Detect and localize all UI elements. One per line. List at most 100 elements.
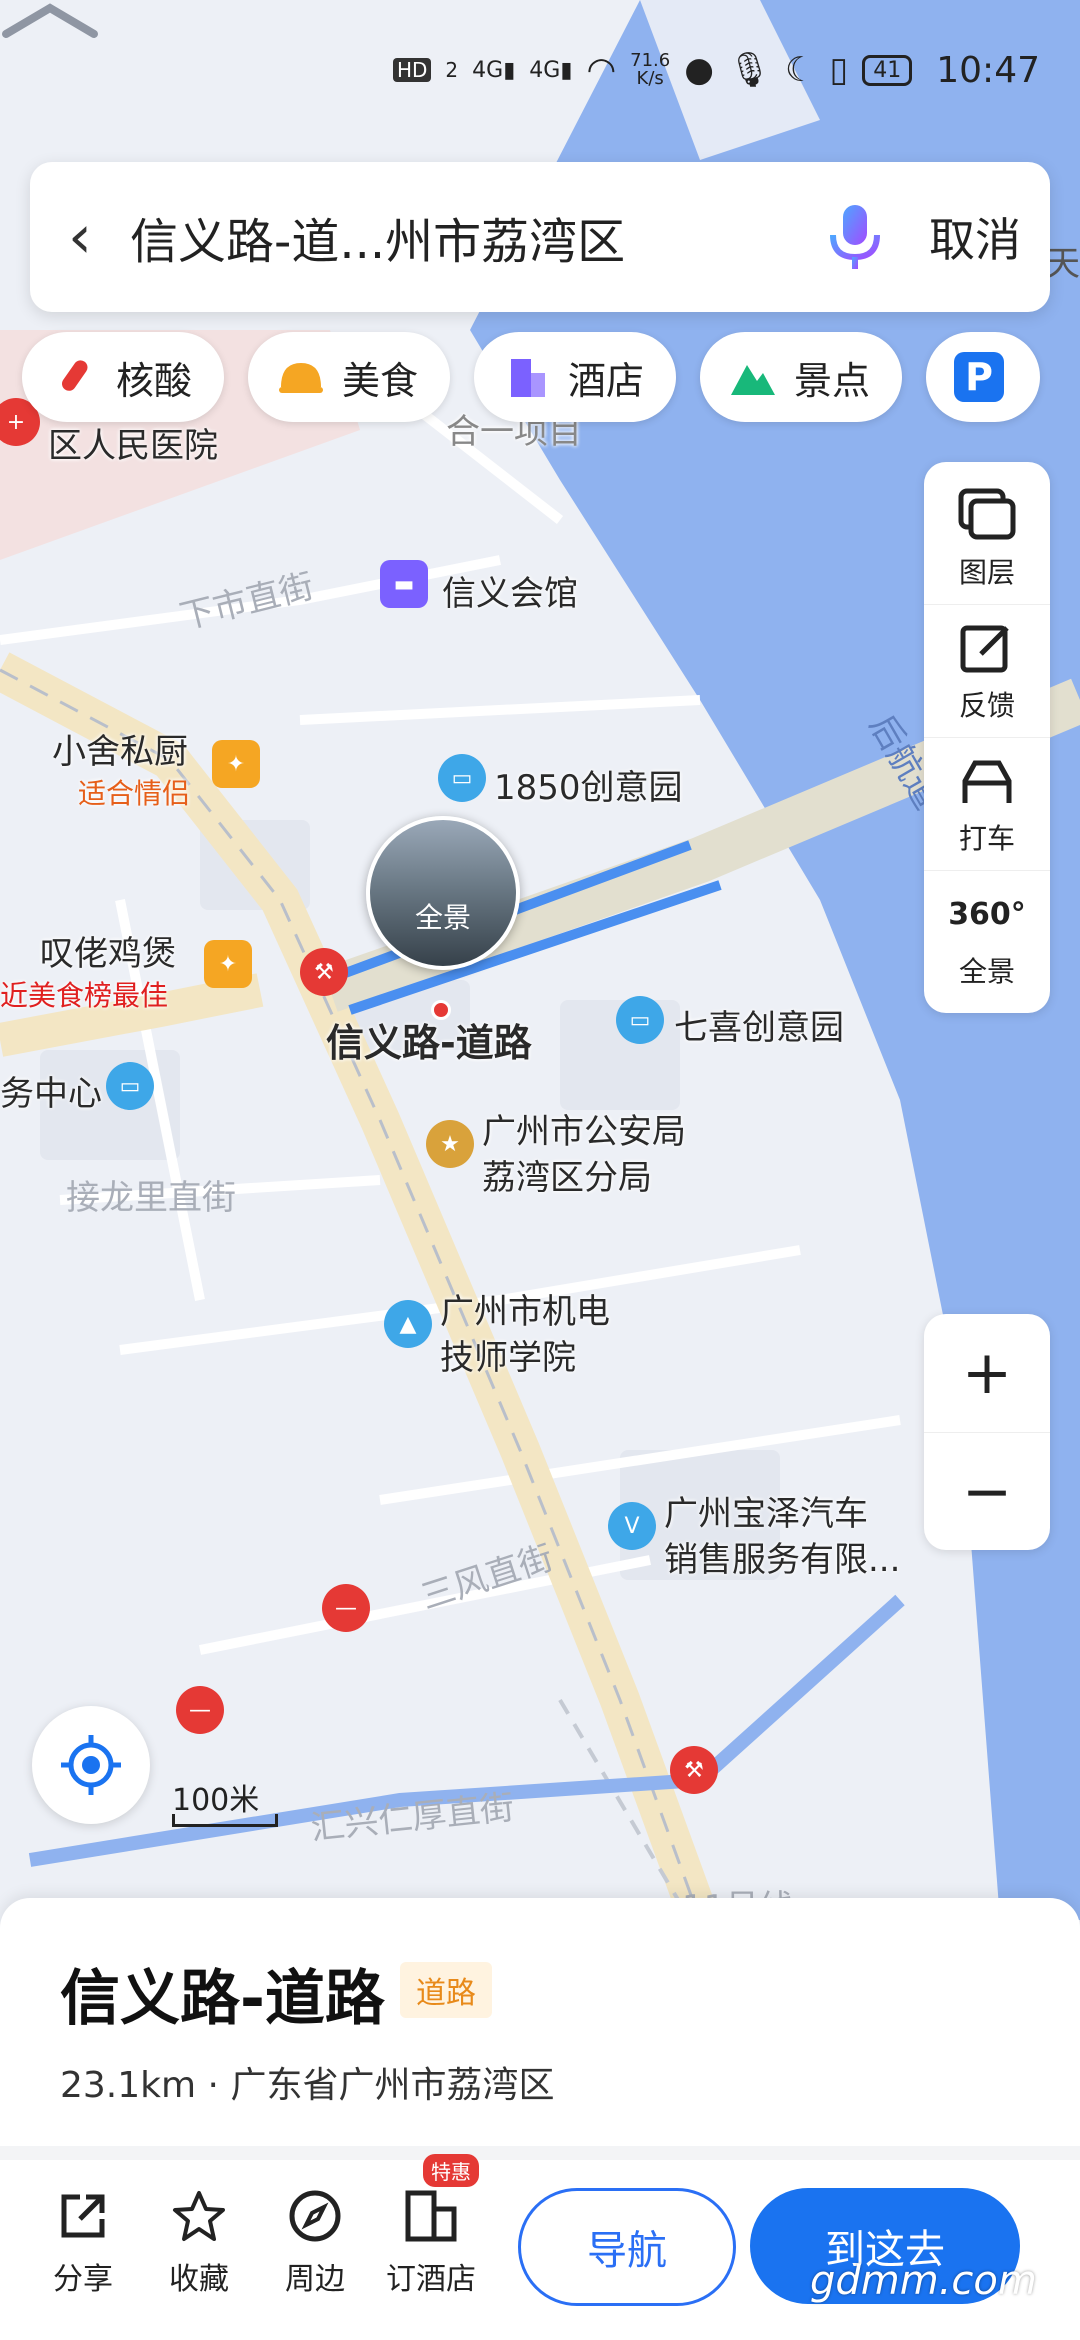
selected-road-label[interactable]: 信义路-道路	[326, 1012, 532, 1067]
zoom-in-button[interactable]: +	[924, 1314, 1050, 1432]
chip-attractions[interactable]: 景点	[700, 332, 903, 422]
address-text: 广东省广州市荔湾区	[230, 2065, 555, 2106]
road-closed-icon: —	[322, 1584, 370, 1632]
book-hotel-button[interactable]: 特惠 订酒店	[376, 2154, 486, 2298]
restaurant-icon: ✦	[212, 740, 260, 788]
wifi-icon: ◠	[586, 50, 617, 90]
navigate-button[interactable]: 导航	[518, 2188, 736, 2306]
separator-dot: ·	[207, 2065, 219, 2106]
map-tools-panel: 图层 反馈 打车 360° 全景	[924, 462, 1050, 1013]
voice-search-button[interactable]	[810, 192, 900, 282]
park1850-label[interactable]: 1850创意园	[494, 760, 683, 809]
panorama-thumbnail[interactable]: 全景	[366, 816, 520, 970]
construction-icon: ⚒	[670, 1746, 718, 1794]
chip-covid-test[interactable]: 核酸	[22, 332, 225, 422]
status-bar: HD 2 4G▮ 4G▮ ◠ 71.6 K/s ● 🎙 ☾ ▯ 41 10:47	[392, 40, 1040, 100]
network-speed: 71.6 K/s	[630, 50, 671, 89]
police-label-1[interactable]: 广州市公安局	[482, 1104, 686, 1153]
sim-indicator: 2	[445, 58, 459, 82]
baoze-label-1[interactable]: 广州宝泽汽车	[664, 1486, 868, 1535]
chip-food[interactable]: 美食	[248, 332, 451, 422]
nearby-label: 周边	[285, 2262, 345, 2297]
moon-icon: ☾	[785, 50, 816, 90]
service-label[interactable]: 务中心	[0, 1066, 102, 1115]
xiaoshe-tag: 适合情侣	[78, 777, 191, 810]
mic-status-icon: 🎙	[727, 50, 772, 90]
xiaoshe-label[interactable]: 小舍私厨	[52, 724, 188, 773]
xinyi-hall-label[interactable]: 信义会馆	[442, 566, 578, 615]
street-right-edge: 天	[1046, 244, 1080, 284]
taxi-label: 打车	[958, 822, 1015, 855]
back-icon[interactable]: ‹	[30, 202, 130, 272]
location-icon: ●	[684, 50, 714, 90]
panorama-label: 全景	[958, 955, 1015, 988]
taxi-button[interactable]: 打车	[924, 737, 1050, 870]
place-title: 信义路-道路	[60, 1964, 385, 2034]
chip-label: 美食	[342, 358, 419, 403]
feedback-button[interactable]: 反馈	[924, 604, 1050, 737]
chip-label: 核酸	[116, 358, 193, 403]
hospital-label[interactable]: 区人民医院	[48, 418, 218, 467]
construction-icon: ⚒	[300, 948, 348, 996]
favorite-label: 收藏	[169, 2262, 229, 2297]
street-jielongli: 接龙里直街	[66, 1178, 236, 1218]
tanlao-label[interactable]: 叹佬鸡煲	[40, 926, 176, 975]
chevron-up-icon[interactable]	[0, 0, 100, 40]
police-label-2[interactable]: 荔湾区分局	[482, 1150, 652, 1199]
place-subtitle: 23.1km · 广东省广州市荔湾区	[60, 2056, 554, 2108]
panorama-thumb-label: 全景	[414, 901, 471, 934]
test-tube-icon	[50, 352, 100, 402]
nearby-button[interactable]: 周边	[260, 2186, 370, 2298]
mountain-icon	[728, 352, 778, 402]
hd-indicator: HD	[392, 58, 432, 82]
hotel-label: 订酒店	[386, 2262, 476, 2297]
car-dealer-icon: V	[608, 1502, 656, 1550]
park-icon: ▭	[438, 754, 486, 802]
signal-icon-1: 4G▮	[472, 57, 516, 83]
baoze-label-2[interactable]: 销售服务有限...	[664, 1532, 900, 1581]
hotel-icon	[502, 352, 552, 402]
search-query[interactable]: 信义路-道...州市荔湾区	[130, 202, 810, 272]
service-icon: ▭	[106, 1062, 154, 1110]
tanlao-tag: 近美食榜最佳	[0, 979, 169, 1012]
share-label: 分享	[53, 2262, 113, 2297]
chip-parking[interactable]: P	[926, 332, 1041, 422]
watermark: gdmm.com	[810, 2258, 1037, 2304]
vibrate-icon: ▯	[829, 50, 849, 90]
qixi-label[interactable]: 七喜创意园	[674, 1000, 844, 1049]
divider	[0, 2146, 1080, 2160]
panorama-360-icon: 360°	[948, 896, 1026, 932]
share-button[interactable]: 分享	[28, 2186, 138, 2298]
share-icon	[53, 2186, 113, 2246]
parking-icon: P	[954, 352, 1005, 402]
crosshair-icon	[61, 1735, 121, 1795]
road-closed-icon: —	[176, 1686, 224, 1734]
battery-icon: 41	[862, 54, 913, 86]
cancel-button[interactable]: 取消	[900, 204, 1050, 270]
college-label-2[interactable]: 技师学院	[440, 1330, 576, 1379]
zoom-controls: + −	[924, 1314, 1050, 1550]
distance-text: 23.1km	[60, 2065, 197, 2106]
panorama-button[interactable]: 360° 全景	[924, 870, 1050, 1003]
hotel-booking-icon: 特惠	[401, 2154, 479, 2246]
layers-label: 图层	[958, 556, 1015, 589]
place-type-badge: 道路	[400, 1962, 492, 2018]
police-icon: ★	[426, 1120, 474, 1168]
chip-hotel[interactable]: 酒店	[474, 332, 677, 422]
feedback-label: 反馈	[958, 689, 1015, 722]
zoom-out-button[interactable]: −	[924, 1432, 1050, 1551]
locate-me-button[interactable]	[32, 1706, 150, 1824]
signal-icon-2: 4G▮	[529, 57, 573, 83]
edit-icon	[957, 618, 1017, 678]
layers-button[interactable]: 图层	[924, 472, 1050, 604]
chip-label: 酒店	[568, 358, 645, 403]
deal-badge: 特惠	[423, 2154, 479, 2187]
favorite-button[interactable]: 收藏	[144, 2186, 254, 2298]
hotel-poi-icon: ▬	[380, 560, 428, 608]
layers-icon	[957, 485, 1017, 545]
college-label-1[interactable]: 广州市机电	[440, 1284, 610, 1333]
chip-label: 景点	[794, 358, 871, 403]
star-icon	[169, 2186, 229, 2246]
park-icon: ▭	[616, 996, 664, 1044]
microphone-icon	[830, 205, 880, 269]
